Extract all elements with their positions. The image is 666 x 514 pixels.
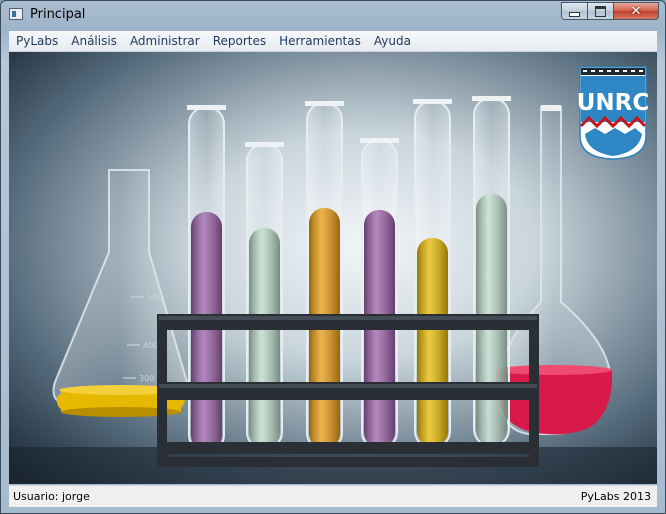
main-window: Principal ✕ PyLabs Análisis Administrar … (0, 0, 666, 514)
minimize-icon (569, 11, 580, 17)
app-icon (9, 8, 23, 20)
status-bar: Usuario: jorge PyLabs 2013 (9, 485, 657, 507)
minimize-button[interactable] (561, 2, 588, 20)
menu-analisis[interactable]: Análisis (65, 34, 123, 48)
flask-mark-400: 400 (143, 341, 158, 350)
menu-herramientas[interactable]: Herramientas (273, 34, 367, 48)
status-brand: PyLabs 2013 (580, 490, 651, 503)
lab-background-image: 500 400 300 UNRC (9, 52, 657, 484)
unrc-logo: UNRC (577, 66, 650, 160)
menu-administrar[interactable]: Administrar (124, 34, 206, 48)
close-button[interactable]: ✕ (614, 2, 659, 20)
close-icon: ✕ (630, 3, 642, 19)
maximize-icon (595, 5, 606, 17)
flask-mark-300: 300 (139, 374, 154, 383)
menu-pylabs[interactable]: PyLabs (10, 34, 64, 48)
title-bar[interactable]: Principal ✕ (1, 1, 665, 29)
menu-reportes[interactable]: Reportes (207, 34, 272, 48)
flask-mark-500: 500 (147, 293, 162, 302)
menu-bar: PyLabs Análisis Administrar Reportes Her… (9, 31, 657, 52)
maximize-button[interactable] (588, 2, 614, 20)
menu-ayuda[interactable]: Ayuda (368, 34, 417, 48)
status-user: Usuario: jorge (13, 490, 90, 503)
window-title: Principal (30, 7, 86, 22)
logo-text: UNRC (577, 90, 650, 116)
